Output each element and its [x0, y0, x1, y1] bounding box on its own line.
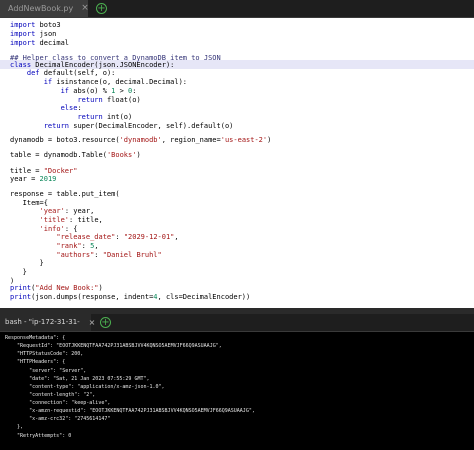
terminal-line: "HTTPHeaders": { [5, 359, 66, 365]
terminal-line: "server": "Server", [5, 368, 87, 374]
terminal-line: "content-type": "application/x-amz-json-… [5, 384, 165, 390]
close-icon[interactable]: × [87, 314, 97, 331]
code-line: 'title': title, [39, 216, 103, 224]
code-line: def default(self, o): [26, 69, 116, 77]
terminal-line: "x-amzn-requestid": "EOOTJKKENQTFAA742PJ… [5, 408, 255, 414]
terminal-line: }, [5, 424, 24, 430]
code-line: 'year': year, [39, 207, 95, 215]
terminal-line: "date": "Sat, 21 Jan 2023 07:55:29 GMT", [5, 376, 150, 382]
code-line: else: [60, 104, 82, 112]
code-line: response = table.put_item( [10, 190, 120, 198]
close-icon[interactable]: × [80, 0, 90, 17]
code-line: } [10, 259, 44, 267]
code-editor[interactable]: import boto3 import json import decimal … [0, 18, 474, 308]
terminal-line: "x-amz-crc32": "2745614147" [5, 416, 111, 422]
code-line: print("Add New Book:") [10, 284, 103, 292]
terminal-output[interactable]: ResponseMetadata": { "RequestId": "EOOTJ… [0, 332, 474, 450]
code-line: import json [10, 30, 57, 38]
code-line: import decimal [10, 39, 70, 47]
code-line: import boto3 [10, 21, 61, 29]
terminal-line: "RequestId": "EOOTJKKENQTFAA742PJ31ABSBJ… [5, 343, 222, 349]
code-line: return super(DecimalEncoder, self).defau… [43, 122, 234, 130]
terminal-line: ResponseMetadata": { [5, 335, 66, 341]
terminal-line: "connection": "keep-alive", [5, 400, 111, 406]
code-line: } [10, 268, 27, 276]
tab-addnewbook-py[interactable]: AddNewBook.py [0, 0, 88, 17]
code-line: return int(o) [77, 113, 133, 121]
code-line: print(json.dumps(response, indent=4, cls… [10, 293, 251, 301]
code-line: "release_date": "2029-12-01", [56, 233, 179, 241]
editor-tab-bar: AddNewBook.py × + [0, 0, 474, 18]
code-line: dynamodb = boto3.resource('dynamodb', re… [10, 136, 272, 144]
code-line: if isinstance(o, decimal.Decimal): [43, 78, 188, 86]
code-line: if abs(o) % 1 > 0: [60, 87, 137, 95]
terminal-tab-bar: bash - "ip-172-31-31-191. × + [0, 314, 474, 343]
add-terminal-icon[interactable]: + [100, 317, 111, 328]
add-tab-icon[interactable]: + [96, 3, 107, 14]
terminal-line: "RetryAttempts": 0 [5, 433, 72, 439]
code-line: "rank": 5, [56, 242, 99, 250]
terminal-line: "HTTPStatusCode": 200, [5, 351, 84, 357]
terminal-line: "content-length": "2", [5, 392, 96, 398]
code-line: year = 2019 [10, 175, 57, 183]
code-line: table = dynamodb.Table('Books') [10, 151, 141, 159]
tab-bash-terminal[interactable]: bash - "ip-172-31-31-191. [0, 314, 91, 343]
